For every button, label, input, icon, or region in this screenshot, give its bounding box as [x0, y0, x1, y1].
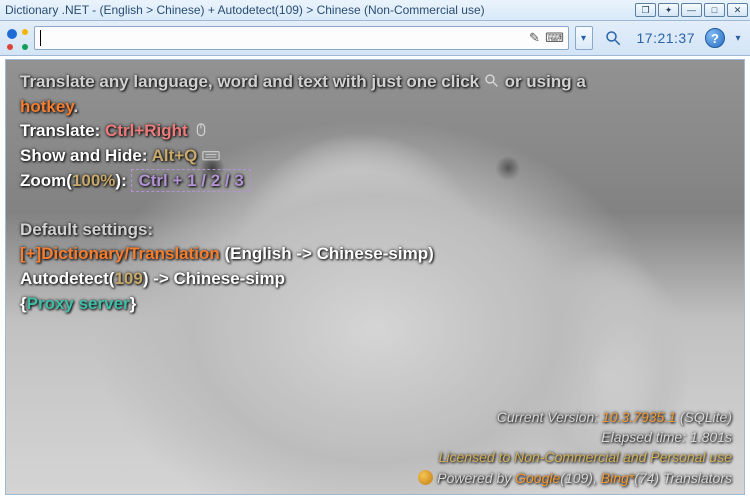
search-button[interactable] [599, 26, 627, 50]
input-dropdown-button[interactable]: ▾ [575, 26, 593, 50]
zoom-label-b: ): [115, 171, 131, 190]
app-logo-icon[interactable] [5, 27, 28, 50]
autodetect-b: ) -> Chinese-simp [143, 269, 285, 288]
mouse-icon [192, 120, 210, 134]
proxy-server-link[interactable]: Proxy server [27, 294, 130, 313]
powered-line: Powered by Google(109), Bing*(74) Transl… [418, 468, 732, 488]
dictionary-langpair: (English -> Chinese-simp) [220, 244, 434, 263]
translate-hotkey: Ctrl+Right [105, 121, 188, 140]
zoom-pct: 100% [72, 171, 115, 190]
translate-label: Translate: [20, 121, 105, 140]
search-input[interactable]: ✎ ⌨ [34, 26, 569, 50]
dictionary-toggle[interactable]: [+]Dictionary/Translation [20, 244, 220, 263]
autodetect-count: 109 [114, 269, 142, 288]
showhide-label: Show and Hide: [20, 146, 152, 165]
clock: 17:21:37 [633, 30, 700, 46]
showhide-hotkey: Alt+Q [152, 146, 198, 165]
pen-icon[interactable]: ✎ [525, 28, 545, 48]
keyboard-icon[interactable]: ⌨ [545, 28, 565, 48]
license-line: Licensed to Non-Commercial and Personal … [418, 447, 732, 467]
toolbar: ✎ ⌨ ▾ 17:21:37 ? ▾ [0, 21, 750, 56]
window-pop-button[interactable]: ❐ [635, 3, 656, 17]
intro-line1b: or using a [505, 72, 586, 91]
version-line: Current Version: 10.3.7935.1 (SQLite) [418, 407, 732, 427]
window-pin-button[interactable]: ✦ [658, 3, 679, 17]
google-link[interactable]: Google [515, 470, 560, 486]
window-minimize-button[interactable]: — [681, 3, 702, 17]
keyboard-small-icon [202, 145, 220, 159]
globe-icon [418, 470, 433, 485]
window-close-button[interactable]: ✕ [727, 3, 748, 17]
menu-dropdown-button[interactable]: ▾ [731, 26, 745, 50]
window-title: Dictionary .NET - (English > Chinese) + … [2, 3, 633, 17]
hotkey-link[interactable]: hotkey [20, 97, 74, 116]
window-maximize-button[interactable]: □ [704, 3, 725, 17]
zoom-label-a: Zoom( [20, 171, 72, 190]
magnifier-icon [484, 72, 500, 88]
zoom-hotkey: Ctrl + 1 / 2 / 3 [131, 169, 250, 192]
intro-line1a: Translate any language, word and text wi… [20, 72, 479, 91]
content-area: Translate any language, word and text wi… [5, 59, 745, 495]
help-button[interactable]: ? [705, 28, 725, 48]
window-controls: ❐ ✦ — □ ✕ [633, 3, 748, 17]
elapsed-line: Elapsed time: 1.801s [418, 427, 732, 447]
version-value: 10.3.7935.1 [602, 409, 676, 425]
bing-link[interactable]: Bing* [601, 470, 634, 486]
window-titlebar: Dictionary .NET - (English > Chinese) + … [0, 0, 750, 21]
autodetect-a: Autodetect( [20, 269, 114, 288]
default-settings-heading: Default settings: [20, 220, 153, 239]
footer-info: Current Version: 10.3.7935.1 (SQLite) El… [418, 407, 732, 488]
